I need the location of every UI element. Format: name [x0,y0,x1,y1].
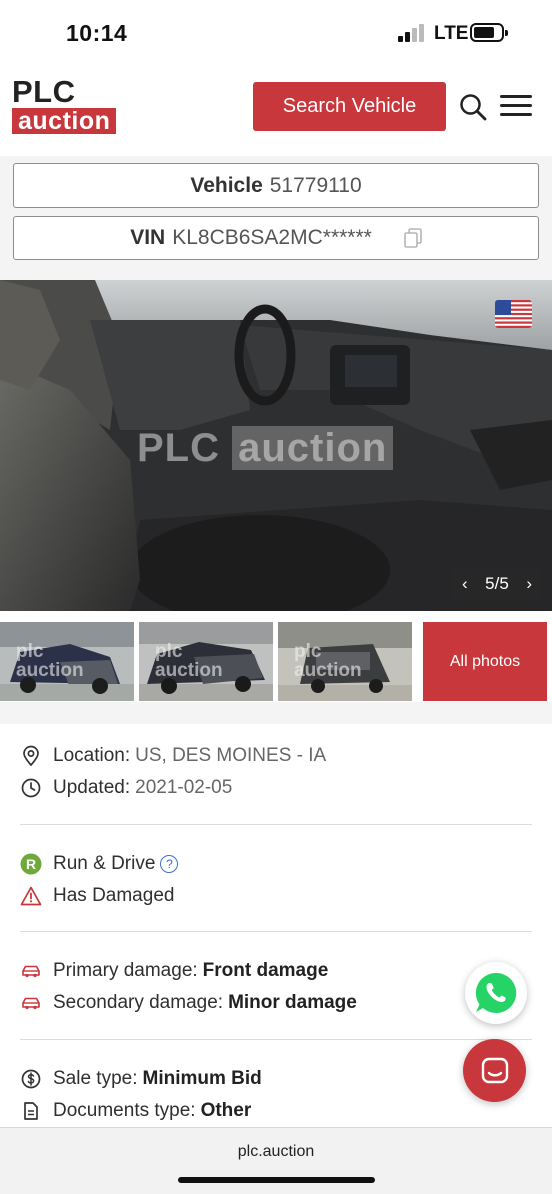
car-damage-icon [20,992,42,1014]
photo-counter: ‹ 5/5 › [452,567,542,601]
thumbnail-watermark: plc auction [16,641,84,681]
hamburger-menu-icon[interactable] [500,95,532,117]
watermark-auction: auction [232,426,394,470]
warning-icon [20,885,42,907]
car-damage-icon [20,960,42,982]
primary-damage-label: Primary damage: [53,960,198,981]
us-flag-icon [495,300,532,328]
battery-icon [470,23,508,42]
secondary-damage-label: Secondary damage: [53,992,224,1013]
documents-type-row: Documents type: Other [20,1096,251,1126]
secondary-damage-value: Minor damage [228,992,357,1013]
thumbnail-2[interactable]: plc auction [139,622,273,701]
home-indicator[interactable] [178,1177,375,1183]
vehicle-number: 51779110 [269,173,362,197]
documents-type-value: Other [200,1100,252,1121]
previous-photo-icon[interactable]: ‹ [462,574,468,594]
run-drive-badge-icon: R [20,853,42,875]
vehicle-number-box: Vehicle 51779110 [13,163,539,208]
url-text[interactable]: plc.auction [0,1143,552,1161]
has-damaged-row: Has Damaged [20,881,174,911]
status-bar: 10:14 LTE [0,0,552,64]
help-icon[interactable]: ? [160,855,179,873]
run-drive-label: Run & Drive [53,853,156,874]
run-drive-row: R Run & Drive ? [20,849,179,879]
documents-type-label: Documents type: [53,1100,196,1121]
document-icon [20,1100,42,1122]
copy-icon[interactable] [404,228,422,248]
chat-button[interactable] [463,1039,526,1102]
sale-type-label: Sale type: [53,1068,138,1089]
secondary-damage-row: Secondary damage: Minor damage [20,988,357,1018]
sale-type-row: Sale type: Minimum Bid [20,1064,262,1094]
thumbnail-3[interactable]: plc auction [278,622,412,701]
divider [20,1039,532,1040]
vin-box: VIN KL8CB6SA2MC****** [13,216,539,260]
watermark-plc: PLC [137,426,220,470]
next-photo-icon[interactable]: › [526,574,532,594]
browser-address-bar[interactable]: plc.auction [0,1127,552,1194]
updated-value: 2021-02-05 [135,777,233,798]
location-pin-icon [20,745,42,767]
clock-icon [20,777,42,799]
whatsapp-icon [475,972,517,1013]
money-icon [20,1068,42,1090]
search-vehicle-button[interactable]: Search Vehicle [253,82,446,131]
section-separator [0,702,552,724]
plc-auction-logo[interactable]: PLC auction [12,74,142,134]
chat-icon [481,1057,508,1083]
updated-row: Updated: 2021-02-05 [20,773,232,803]
logo-bottom-text: auction [12,108,117,134]
divider [20,824,532,825]
network-type: LTE [434,23,469,44]
primary-damage-value: Front damage [202,960,329,981]
all-photos-button[interactable]: All photos [423,622,547,701]
thumbnail-watermark: plc auction [294,641,362,681]
photo-counter-text: 5/5 [485,574,509,593]
site-header: PLC auction Search Vehicle [0,64,552,156]
vehicle-label: Vehicle [190,173,263,197]
thumbnail-watermark: plc auction [155,641,223,681]
location-label: Location: [53,745,131,766]
primary-damage-row: Primary damage: Front damage [20,956,328,986]
updated-label: Updated: [53,777,131,798]
photo-watermark: PLC auction [137,426,394,471]
has-damaged-label: Has Damaged [53,885,175,906]
vin-label: VIN [130,226,166,249]
location-value: US, DES MOINES - IA [135,745,327,766]
vin-value: KL8CB6SA2MC****** [172,226,372,249]
sale-type-value: Minimum Bid [142,1068,262,1089]
thumbnail-1[interactable]: plc auction [0,622,134,701]
status-time: 10:14 [66,20,128,46]
logo-top-text: PLC [12,74,76,109]
signal-icon [398,24,426,42]
whatsapp-button[interactable] [465,962,527,1024]
search-icon[interactable] [458,92,488,122]
location-row: Location: US, DES MOINES - IA [20,741,326,771]
divider [20,931,532,932]
photo-thumbnails: plc auction plc auction plc auction All pho… [0,622,552,702]
vehicle-info-area: Vehicle 51779110 VIN KL8CB6SA2MC****** [0,156,552,280]
main-vehicle-photo[interactable]: PLC auction ‹ 5/5 › [0,280,552,611]
